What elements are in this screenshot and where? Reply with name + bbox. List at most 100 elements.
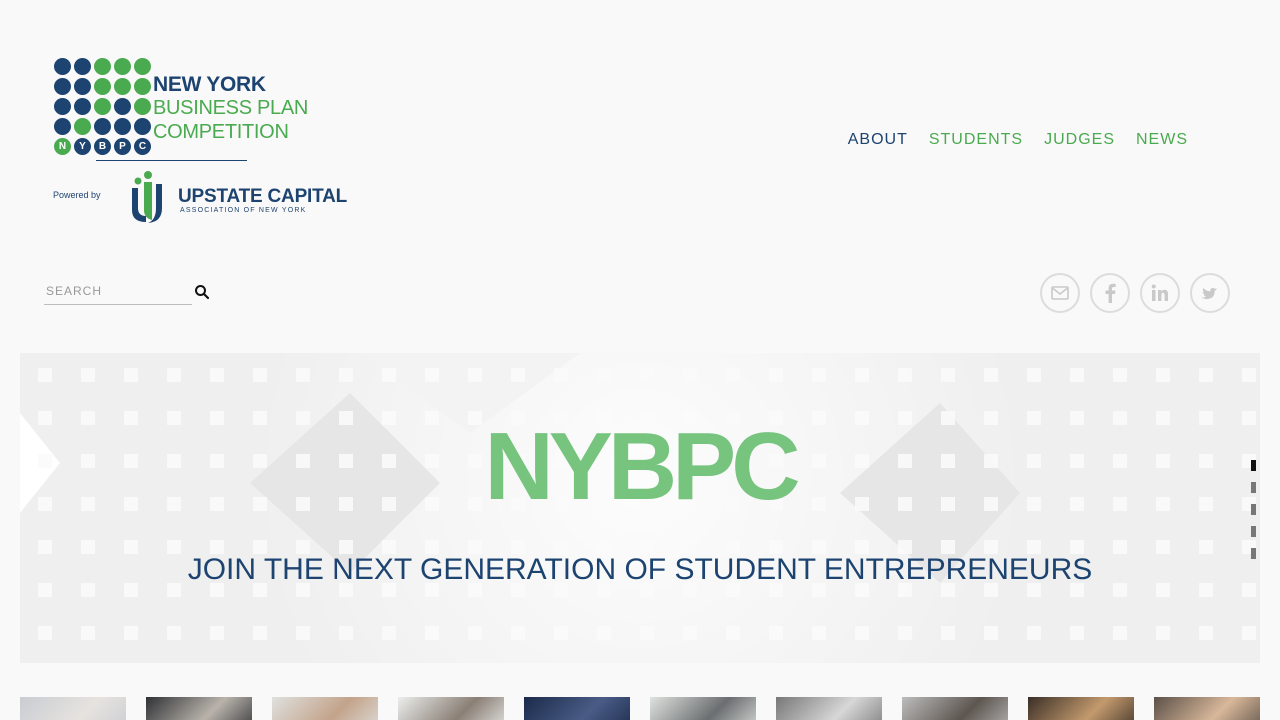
hero-pattern-square [81, 626, 95, 640]
slider-dot[interactable] [1251, 482, 1256, 493]
hero-slider: NYBPC JOIN THE NEXT GENERATION OF STUDEN… [20, 353, 1260, 663]
hero-pattern-square [124, 626, 138, 640]
slider-dot[interactable] [1251, 460, 1256, 471]
gallery-thumbnail[interactable] [902, 697, 1008, 720]
hero-pattern-square [1156, 368, 1170, 382]
hero-pattern-square [167, 626, 181, 640]
search-field [44, 280, 192, 305]
hero-pattern-square [1242, 626, 1256, 640]
hero-pattern-square [339, 540, 353, 554]
gallery-thumbnail[interactable] [20, 697, 126, 720]
logo-dot [54, 118, 71, 135]
email-link[interactable] [1040, 273, 1080, 313]
hero-pattern-square [1156, 540, 1170, 554]
logo-dot [134, 58, 151, 75]
hero-pattern-square [382, 368, 396, 382]
linkedin-icon [1151, 284, 1168, 301]
logo-dot [54, 58, 71, 75]
hero-pattern-square [769, 368, 783, 382]
gallery-thumbnail[interactable] [1154, 697, 1260, 720]
logo-dot [94, 78, 111, 95]
hero-pattern-square [855, 626, 869, 640]
search-icon[interactable] [194, 284, 210, 300]
hero-pattern-square [38, 368, 52, 382]
hero-pattern-square [1027, 626, 1041, 640]
hero-pattern-square [1113, 626, 1127, 640]
gallery-thumbnail[interactable] [146, 697, 252, 720]
mail-icon [1051, 286, 1069, 300]
hero-pattern-square [210, 626, 224, 640]
logo-dot [114, 78, 131, 95]
hero-pattern-square [898, 626, 912, 640]
hero-pattern-square [81, 540, 95, 554]
twitter-icon [1201, 287, 1218, 299]
partner-name: UPSTATE CAPITAL [178, 186, 348, 207]
gallery-thumbnail[interactable] [524, 697, 630, 720]
hero-pattern-square [253, 540, 267, 554]
search-input[interactable] [44, 280, 192, 302]
logo-letter-dot: N [54, 138, 71, 155]
gallery-thumbnail[interactable] [1028, 697, 1134, 720]
hero-pattern-square [554, 540, 568, 554]
hero-pattern-square [1027, 368, 1041, 382]
slider-dot[interactable] [1251, 504, 1256, 515]
hero-pattern-square [296, 368, 310, 382]
logo-letter-dot: B [94, 138, 111, 155]
logo-dot [94, 98, 111, 115]
hero-pattern-square [640, 368, 654, 382]
powered-by-label: Powered by [53, 190, 101, 200]
hero-pattern-square [339, 626, 353, 640]
hero-pattern-square [1070, 626, 1084, 640]
gallery-thumbnail[interactable] [650, 697, 756, 720]
logo-dot [94, 118, 111, 135]
hero-pattern-square [1113, 540, 1127, 554]
slider-dot[interactable] [1251, 548, 1256, 559]
logo-dot-grid: NYBPC [52, 56, 152, 155]
logo-divider [96, 160, 247, 161]
hero-pattern-square [382, 540, 396, 554]
logo-dot [94, 58, 111, 75]
logo-dot [74, 118, 91, 135]
gallery-thumbnail[interactable] [776, 697, 882, 720]
hero-pattern-square [597, 626, 611, 640]
logo-dot [114, 98, 131, 115]
hero-pattern-square [425, 540, 439, 554]
hero-pattern-square [81, 368, 95, 382]
nav-item-students[interactable]: STUDENTS [929, 131, 1023, 149]
hero-pattern-square [425, 368, 439, 382]
gallery-thumbnail[interactable] [398, 697, 504, 720]
main-nav: ABOUT STUDENTS JUDGES NEWS [848, 131, 1188, 149]
logo-dot [114, 118, 131, 135]
hero-pattern-square [898, 540, 912, 554]
facebook-icon [1105, 283, 1116, 303]
site-logo[interactable]: NYBPC NEW YORK BUSINESS PLAN COMPETITION… [52, 56, 347, 226]
hero-pattern-square [339, 368, 353, 382]
nav-item-news[interactable]: NEWS [1136, 131, 1188, 149]
facebook-link[interactable] [1090, 273, 1130, 313]
slider-dot[interactable] [1251, 526, 1256, 537]
hero-pattern-square [468, 368, 482, 382]
twitter-link[interactable] [1190, 273, 1230, 313]
logo-letter-dot: P [114, 138, 131, 155]
hero-pattern-square [1199, 368, 1213, 382]
logo-dot [74, 78, 91, 95]
hero-pattern-square [124, 540, 138, 554]
hero-pattern-square [296, 626, 310, 640]
logo-dot [54, 98, 71, 115]
hero-pattern-square [511, 540, 525, 554]
hero-pattern-square [640, 540, 654, 554]
hero-pattern-square [812, 368, 826, 382]
slider-pagination [1251, 460, 1256, 570]
hero-pattern-square [253, 368, 267, 382]
logo-text-line1: NEW YORK [153, 73, 266, 96]
hero-pattern-square [941, 626, 955, 640]
hero-pattern-square [726, 368, 740, 382]
logo-letter-dot: Y [74, 138, 91, 155]
nav-item-about[interactable]: ABOUT [848, 131, 908, 149]
linkedin-link[interactable] [1140, 273, 1180, 313]
hero-pattern-square [1070, 368, 1084, 382]
hero-pattern-square [726, 540, 740, 554]
hero-pattern-square [941, 368, 955, 382]
gallery-thumbnail[interactable] [272, 697, 378, 720]
nav-item-judges[interactable]: JUDGES [1044, 131, 1115, 149]
